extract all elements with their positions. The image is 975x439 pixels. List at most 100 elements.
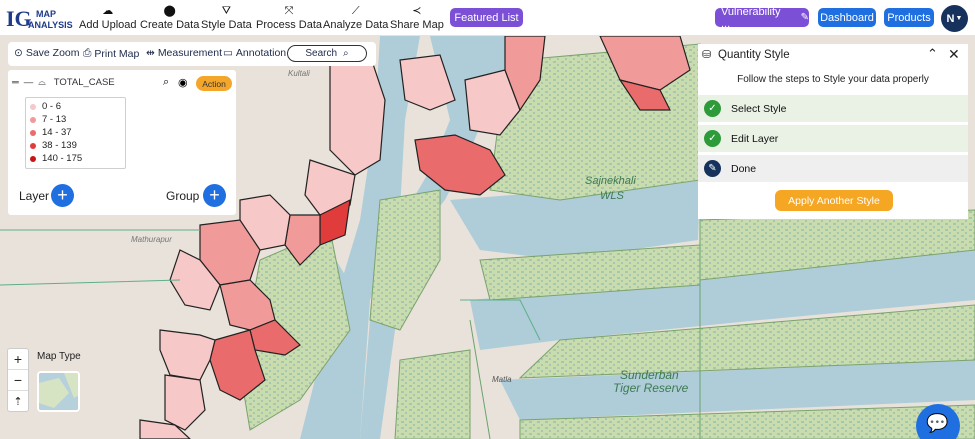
group-label: Group	[166, 189, 200, 203]
map-label-kultali: Kultali	[288, 69, 310, 78]
legend-label: 0 - 6	[42, 101, 62, 112]
save-zoom-button[interactable]: ⊙ Save Zoom	[14, 47, 80, 59]
chevron-up-icon[interactable]: ⌃	[927, 46, 938, 62]
app-logo[interactable]: IG MAP ANALYSIS	[6, 4, 73, 32]
legend-item: 14 - 37	[30, 127, 72, 138]
map-type-label: Map Type	[37, 351, 81, 362]
layer-name: TOTAL_CASE	[53, 77, 115, 88]
share-icon: ≺	[412, 5, 422, 17]
legend-swatch	[30, 129, 36, 136]
legend-swatch	[30, 155, 36, 162]
nav-style-data[interactable]: ⛛ Style Data	[201, 4, 252, 32]
nav-share-map[interactable]: ≺ Share Map	[390, 4, 444, 32]
map-thumbnail-image	[39, 373, 78, 410]
nav-style-data-label: Style Data	[201, 19, 252, 31]
check-icon: ✓	[704, 130, 721, 147]
step-label: Edit Layer	[731, 132, 779, 145]
avatar-initial: N	[946, 12, 955, 25]
pencil-icon: ✎	[800, 12, 809, 23]
nav-analyze-data[interactable]: ⟋ Analyze Data	[323, 4, 388, 32]
quantity-style-subtitle: Follow the steps to Style your data prop…	[737, 74, 929, 85]
legend-label: 14 - 37	[42, 127, 72, 138]
layer-header: ═ — ⌓ TOTAL_CASE	[12, 77, 115, 88]
eye-icon[interactable]: ◉	[178, 76, 188, 89]
paint-bucket-icon: ⛛	[221, 5, 231, 17]
printer-icon: ⎙	[83, 47, 92, 59]
legend-swatch	[30, 142, 36, 149]
nav-process-data-label: Process Data	[256, 19, 323, 31]
process-icon: ⤧	[284, 5, 294, 17]
featured-list-button[interactable]: Featured List	[450, 8, 523, 27]
check-icon: ✓	[704, 100, 721, 117]
top-navbar: IG MAP ANALYSIS ☁ Add Upload ⬤ Create Da…	[0, 0, 975, 36]
zoom-out-button[interactable]: −	[8, 370, 28, 391]
save-zoom-label: Save Zoom	[25, 47, 80, 59]
legend-swatch	[30, 103, 36, 110]
search-icon: ⌕	[343, 48, 349, 59]
measurement-button[interactable]: ⇹ Measurement	[146, 47, 222, 59]
nav-create-data[interactable]: ⬤ Create Data	[140, 4, 199, 32]
pin-icon: ⬤	[163, 5, 176, 17]
collapse-icon[interactable]: —	[24, 77, 34, 88]
add-group-button[interactable]: +	[203, 184, 226, 207]
step-done[interactable]: ✎ Done	[698, 155, 968, 182]
dashboard-button[interactable]: Dashboard	[818, 8, 876, 27]
map-tools-bar: ⊙ Save Zoom ⎙ Print Map ⇹ Measurement ▭ …	[8, 42, 376, 66]
style-icon: ⛁	[702, 49, 712, 61]
products-button[interactable]: Products	[884, 8, 934, 27]
map-type-thumbnail[interactable]	[37, 371, 80, 412]
map-label-wls: WLS	[600, 190, 625, 202]
search-label: Search	[305, 48, 338, 59]
annotation-label: Annotation	[235, 47, 287, 59]
map-label-sajnekhali: Sajnekhali	[585, 175, 636, 187]
apply-another-style-button[interactable]: Apply Another Style	[775, 190, 893, 211]
print-map-button[interactable]: ⎙ Print Map	[83, 47, 139, 60]
legend-label: 38 - 139	[42, 140, 77, 151]
nav-add-upload-label: Add Upload	[79, 19, 137, 31]
quantity-style-panel: ⛁ Quantity Style ⌃ ✕ Follow the steps to…	[698, 44, 968, 219]
step-label: Select Style	[731, 102, 787, 115]
logo-text-analysis: ANALYSIS	[28, 20, 73, 30]
legend-item: 38 - 139	[30, 140, 77, 151]
legend-swatch	[30, 116, 36, 123]
nav-add-upload[interactable]: ☁ Add Upload	[79, 4, 137, 32]
nav-analyze-data-label: Analyze Data	[323, 19, 389, 31]
nav-process-data[interactable]: ⤧ Process Data	[256, 4, 322, 32]
step-edit-layer[interactable]: ✓ Edit Layer	[698, 125, 968, 152]
map-label-mathurapur: Mathurapur	[131, 235, 172, 244]
map-label-tiger-reserve: Tiger Reserve	[613, 381, 689, 395]
search-input[interactable]: Search ⌕	[287, 45, 367, 62]
add-layer-button[interactable]: +	[51, 184, 74, 207]
nav-create-data-label: Create Data	[140, 19, 200, 31]
comment-icon: ▭	[223, 47, 233, 59]
map-label-sunderban: Sunderban	[620, 368, 679, 382]
project-name-button[interactable]: Vulnerability ... ✎	[715, 5, 809, 30]
logo-text-map: MAP	[36, 9, 56, 19]
layer-panel: ═ — ⌓ TOTAL_CASE ⌕ ◉ Action 0 - 6 7 - 13…	[8, 70, 236, 215]
compass-icon[interactable]: ⇡	[8, 391, 28, 412]
drag-handle-icon[interactable]: ═	[12, 77, 19, 88]
step-select-style[interactable]: ✓ Select Style	[698, 95, 968, 122]
legend-item: 0 - 6	[30, 101, 61, 112]
analyze-icon: ⟋	[351, 5, 360, 17]
legend-item: 140 - 175	[30, 153, 82, 164]
chat-icon: 💬	[926, 413, 949, 433]
quantity-style-title: Quantity Style	[718, 49, 790, 61]
zoom-control: + − ⇡	[7, 348, 29, 412]
annotation-button[interactable]: ▭ Annotation	[223, 47, 286, 59]
action-button[interactable]: Action	[196, 76, 232, 91]
map-label-matla: Matla	[492, 375, 512, 384]
layer-label: Layer	[19, 189, 50, 203]
zoom-in-button[interactable]: +	[8, 349, 28, 370]
project-name-label: Vulnerability ...	[721, 5, 781, 30]
pencil-icon: ✎	[704, 160, 721, 177]
ruler-icon: ⇹	[146, 47, 155, 59]
user-avatar[interactable]: N ▼	[941, 5, 968, 32]
print-map-label: Print Map	[94, 47, 140, 60]
close-icon[interactable]: ✕	[948, 46, 960, 63]
legend-item: 7 - 13	[30, 114, 66, 125]
legend-box: 0 - 6 7 - 13 14 - 37 38 - 139 140 - 175	[25, 97, 126, 169]
zoom-to-layer-icon[interactable]: ⌕	[163, 76, 169, 89]
legend-label: 7 - 13	[42, 114, 67, 125]
step-label: Done	[731, 162, 757, 175]
